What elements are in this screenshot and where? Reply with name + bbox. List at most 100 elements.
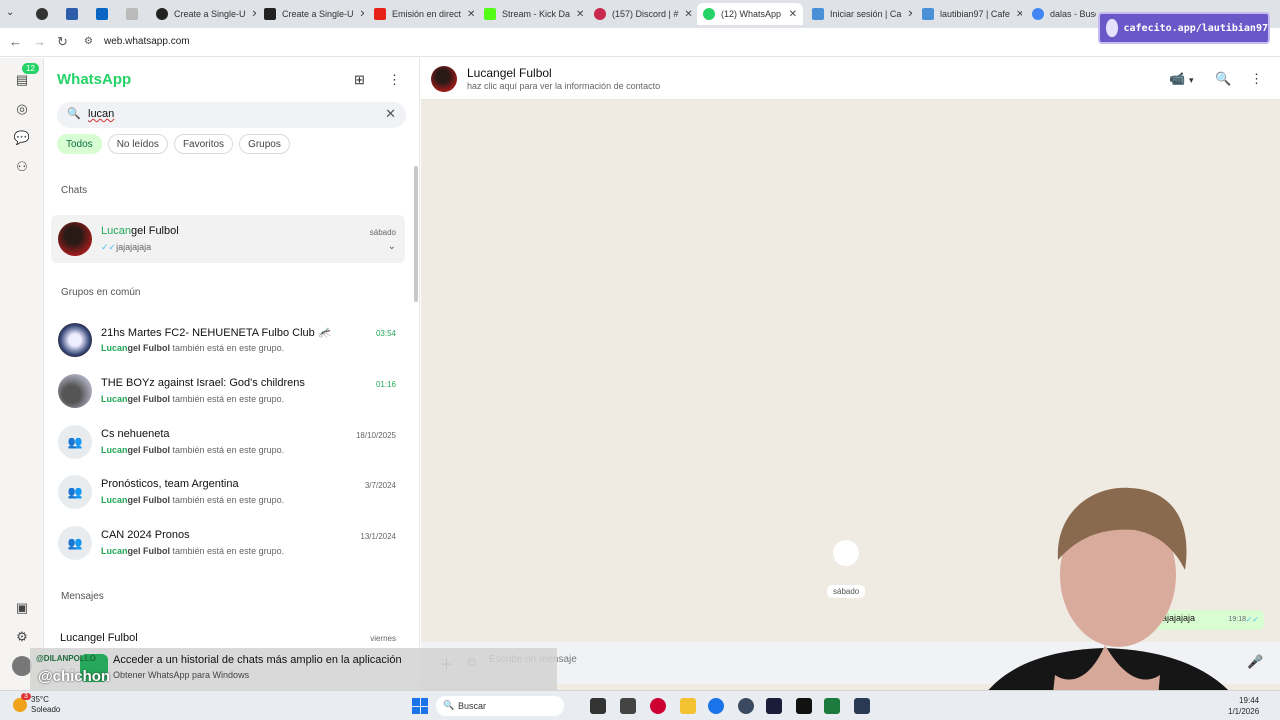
group-avatar-icon: 👥 [58, 526, 92, 560]
promo-link[interactable]: Obtener WhatsApp para Windows [113, 670, 249, 680]
group-row[interactable]: 21hs Martes FC2- NEHUENETA Fulbo Club 🦟 … [51, 316, 405, 364]
taskbar-search[interactable]: 🔍 Buscar [436, 696, 564, 716]
close-icon[interactable]: ✕ [576, 9, 584, 20]
cafecito-overlay-badge: cafecito.app/lautibian97 [1098, 12, 1270, 44]
menu-icon[interactable]: ⋮ [1250, 71, 1263, 87]
info-icon [126, 8, 138, 20]
task-view-icon[interactable] [590, 698, 606, 714]
windows-taskbar: 3 35°C Soleado 🔍 Buscar 19:44 1/1/2026 [0, 690, 1280, 720]
status-icon[interactable]: ◎ [12, 99, 32, 119]
video-call-icon[interactable]: 📹 [1169, 71, 1185, 87]
communities-icon[interactable]: ⚇ [12, 157, 32, 177]
tab-discord[interactable]: (157) Discord | # ✕ [588, 3, 694, 25]
close-icon[interactable]: ✕ [907, 9, 912, 20]
browser-toolbar: ← → ↻ ⚙ web.whatsapp.com [0, 28, 1280, 57]
section-chats: Chats [61, 185, 88, 196]
clear-search-icon[interactable]: ✕ [385, 106, 396, 122]
back-icon[interactable]: ← [9, 34, 22, 49]
group-member-note: Lucangel Fulbol también está en este gru… [101, 343, 285, 353]
chat-list-scrollbar[interactable] [414, 166, 418, 302]
group-avatar-icon: 👥 [58, 475, 92, 509]
file-explorer-icon[interactable] [680, 698, 696, 714]
section-groups: Grupos en común [61, 287, 141, 298]
app-icon[interactable] [766, 698, 782, 714]
unread-badge: 12 [22, 63, 39, 74]
group-member-note: Lucangel Fulbol también está en este gru… [101, 495, 285, 505]
system-clock[interactable]: 19:44 1/1/2026 [1228, 695, 1259, 717]
stream-handle-small: @DILANPOLLO [36, 654, 96, 663]
app-icon[interactable] [650, 698, 666, 714]
menu-icon[interactable]: ⋮ [388, 72, 401, 88]
tab-linkedin[interactable] [90, 3, 116, 25]
group-row[interactable]: 👥 Cs nehueneta Lucangel Fulbol también e… [51, 418, 405, 466]
search-box[interactable]: 🔍 lucan ✕ [57, 102, 406, 128]
search-icon: 🔍 [443, 700, 455, 710]
group-member-note: Lucangel Fulbol también está en este gru… [101, 546, 285, 556]
weather-widget[interactable]: 3 35°C Soleado [13, 693, 60, 715]
close-icon[interactable]: ✕ [684, 9, 692, 20]
stream-handle: @chichon [38, 668, 111, 685]
media-icon[interactable]: ▣ [12, 598, 32, 618]
group-member-note: Lucangel Fulbol también está en este gru… [101, 394, 285, 404]
clock-date: 1/1/2026 [1228, 707, 1260, 716]
group-row[interactable]: 👥 CAN 2024 Pronos Lucangel Fulbol tambié… [51, 519, 405, 567]
tab-github[interactable] [30, 3, 54, 25]
page-icon [812, 8, 824, 20]
search-input[interactable]: lucan [88, 108, 114, 120]
chevron-down-icon[interactable]: ⌄ [388, 241, 396, 252]
tab-cafecito-profile[interactable]: lautibian97 | Cafe ✕ [916, 3, 1022, 25]
conversation-title: Lucangel Fulbol [467, 66, 552, 80]
close-icon[interactable]: ✕ [252, 9, 256, 20]
page-icon [66, 8, 78, 20]
conversation-header[interactable]: Lucangel Fulbol haz clic aquí para ver l… [421, 58, 1280, 100]
settings-icon[interactable]: ⚙ [12, 627, 32, 647]
filter-all[interactable]: Todos [57, 134, 102, 154]
avatar[interactable] [431, 66, 457, 92]
excel-icon[interactable] [824, 698, 840, 714]
chevron-down-icon[interactable]: ▾ [1189, 75, 1194, 86]
tab-list-chevron-icon[interactable]: ⌄ [6, 7, 14, 18]
tab-info[interactable] [120, 3, 146, 25]
group-row[interactable]: THE BOYz against Israel: God's childrens… [51, 367, 405, 415]
close-icon[interactable]: ✕ [789, 9, 797, 20]
tab-youtube[interactable]: Emisión en direct ✕ [368, 3, 474, 25]
close-icon[interactable]: ✕ [360, 9, 364, 20]
tab-create-single-1[interactable]: Create a Single-U ✕ [150, 3, 256, 25]
notification-badge: 3 [21, 693, 31, 700]
tab-label: lautibian97 | Cafe [940, 9, 1010, 19]
filter-favorites[interactable]: Favoritos [173, 134, 234, 154]
app-icon[interactable] [854, 698, 870, 714]
forward-icon[interactable]: → [33, 34, 46, 49]
group-row[interactable]: 👥 Pronósticos, team Argentina Lucangel F… [51, 468, 405, 516]
address-bar[interactable]: web.whatsapp.com [104, 36, 190, 47]
group-time: 18/10/2025 [355, 431, 396, 440]
tab-whatsapp[interactable]: (12) WhatsApp ✕ [697, 3, 803, 25]
group-time: 01:16 [375, 380, 396, 389]
site-info-icon[interactable]: ⚙ [84, 36, 93, 47]
tab-create-single-2[interactable]: Create a Single-U ✕ [258, 3, 364, 25]
group-time: 13/1/2024 [360, 532, 396, 541]
reload-icon[interactable]: ↻ [57, 34, 68, 50]
filter-unread[interactable]: No leídos [107, 134, 168, 154]
app-icon[interactable] [796, 698, 812, 714]
close-icon[interactable]: ✕ [1016, 9, 1022, 20]
chrome-icon[interactable] [708, 698, 724, 714]
app-icon[interactable] [620, 698, 636, 714]
close-icon[interactable]: ✕ [467, 9, 474, 20]
app-icon[interactable] [738, 698, 754, 714]
profile-avatar[interactable] [12, 656, 32, 676]
chat-row-lucangel[interactable]: Lucangel Fulbol ✓✓jajajajaja sábado ⌄ [51, 215, 405, 263]
search-icon[interactable]: 🔍 [1215, 71, 1231, 87]
tab-cafecito-login[interactable]: Iniciar sesión | Ca ✕ [806, 3, 912, 25]
youtube-icon [374, 8, 386, 20]
conversation-subtitle: haz clic aquí para ver la información de… [467, 81, 661, 91]
tab-google-search[interactable]: dalas - Buscar [1026, 3, 1096, 25]
tab-pinned-2[interactable] [60, 3, 86, 25]
new-chat-icon[interactable]: ⊞ [354, 72, 365, 88]
message-time: viernes [370, 634, 396, 643]
group-time: 3/7/2024 [364, 481, 396, 490]
channels-icon[interactable]: 💬 [12, 128, 32, 148]
start-menu-icon[interactable] [412, 698, 428, 714]
filter-groups[interactable]: Grupos [239, 134, 290, 154]
tab-kick[interactable]: Stream - Kick Da ✕ [478, 3, 584, 25]
